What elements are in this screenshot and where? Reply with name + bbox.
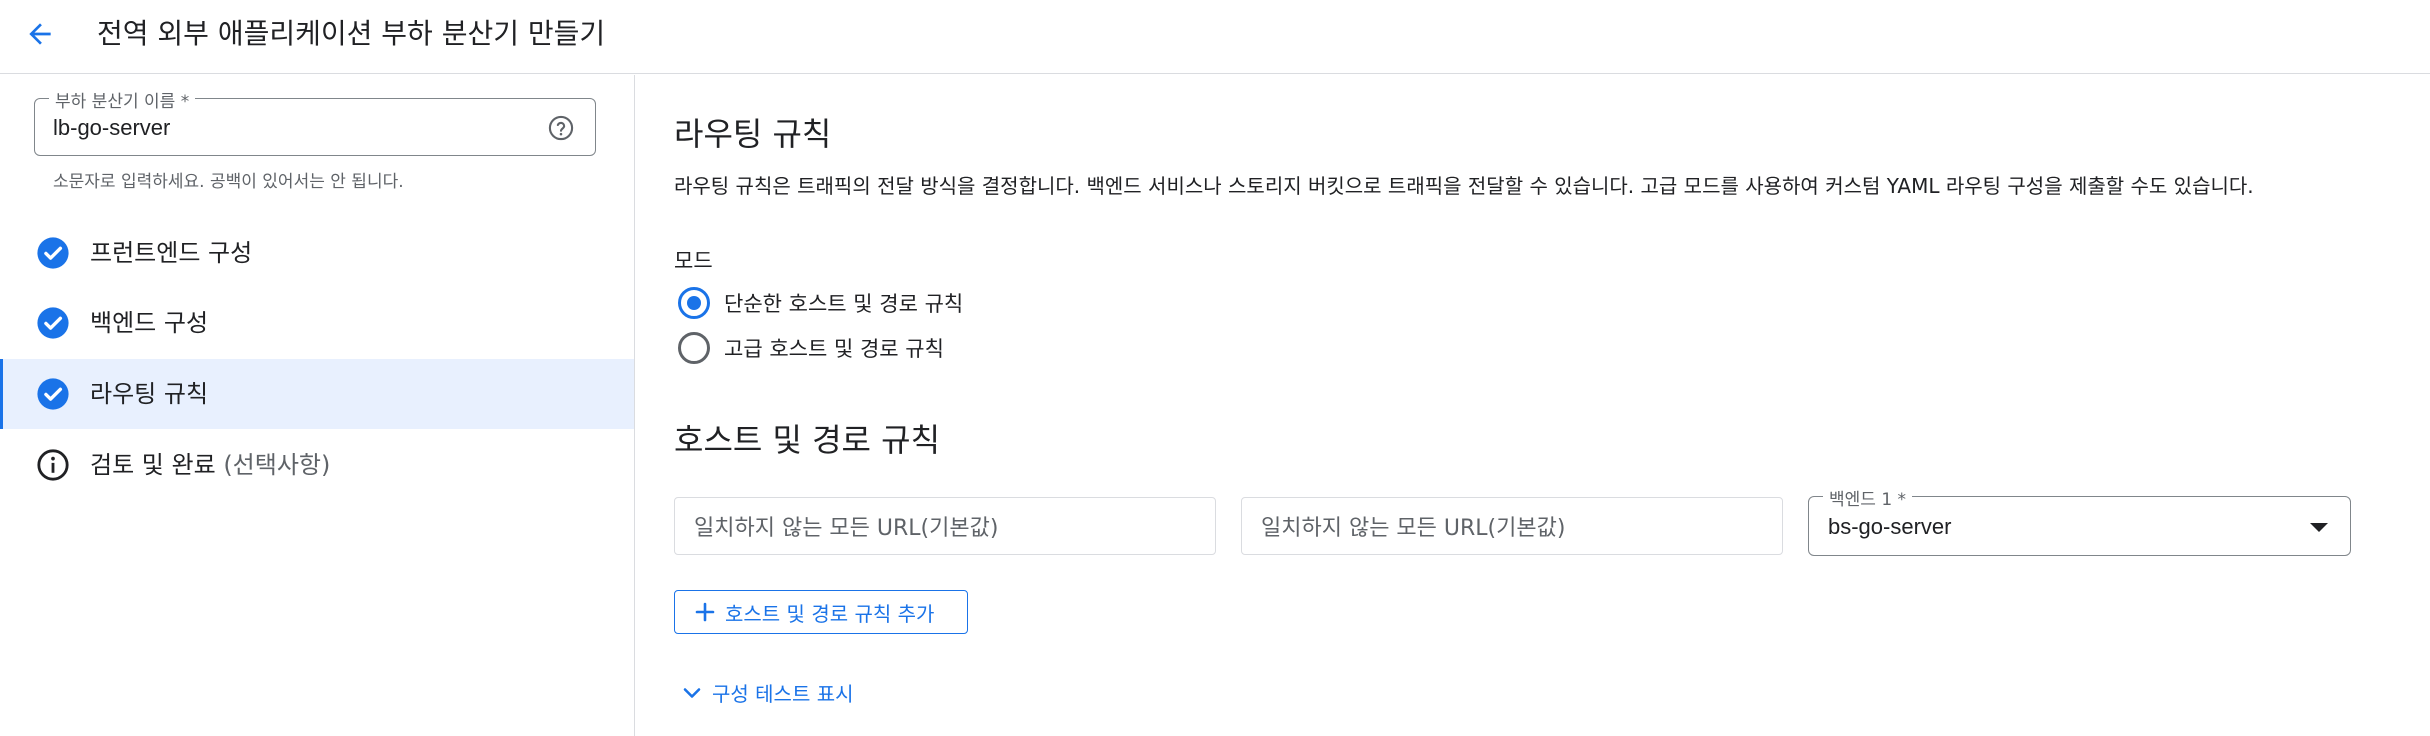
chevron-down-icon [683, 687, 701, 698]
radio-button-checked[interactable] [678, 287, 710, 319]
radio-advanced-rules[interactable]: 고급 호스트 및 경로 규칙 [678, 332, 944, 364]
load-balancer-name-field[interactable]: 부하 분산기 이름 * lb-go-server [34, 87, 596, 156]
radio-label: 고급 호스트 및 경로 규칙 [724, 337, 944, 361]
paths-input[interactable]: 일치하지 않는 모든 URL(기본값) [1241, 497, 1783, 555]
show-config-test-toggle[interactable]: 구성 테스트 표시 [680, 678, 854, 707]
step-label: 검토 및 완료 (선택사항) [90, 450, 330, 480]
dropdown-arrow-icon [2310, 523, 2328, 532]
help-circle-icon[interactable] [547, 114, 575, 142]
check-circle-icon [37, 237, 69, 269]
backend-select-value: bs-go-server [1828, 514, 1952, 539]
arrow-back-icon [29, 23, 51, 45]
sidebar: 부하 분산기 이름 * lb-go-server 소문자로 입력하세요. 공백이… [0, 75, 635, 736]
step-frontend-config[interactable]: 프런트엔드 구성 [0, 218, 634, 288]
step-routing-rules[interactable]: 라우팅 규칙 [0, 359, 634, 429]
step-review-finalize[interactable]: 검토 및 완료 (선택사항) [0, 430, 634, 500]
radio-label: 단순한 호스트 및 경로 규칙 [724, 292, 964, 316]
step-label: 백엔드 구성 [90, 309, 209, 337]
step-optional-tag: (선택사항) [223, 451, 331, 479]
radio-button-unchecked[interactable] [678, 332, 710, 364]
backend-select[interactable]: 백엔드 1 * bs-go-server [1808, 485, 2351, 556]
step-label: 라우팅 규칙 [90, 380, 209, 408]
add-button-label: 호스트 및 경로 규칙 추가 [725, 601, 935, 626]
info-circle-icon [37, 449, 69, 481]
section-title-host-path-rules: 호스트 및 경로 규칙 [674, 421, 941, 459]
check-circle-icon [37, 307, 69, 339]
step-label-text: 검토 및 완료 [90, 451, 216, 479]
name-field-hint: 소문자로 입력하세요. 공백이 있어서는 안 됩니다. [53, 172, 404, 192]
mode-label: 모드 [674, 249, 713, 273]
check-circle-icon [37, 378, 69, 410]
backend-select-label: 백엔드 1 * [1823, 485, 1913, 510]
main-content: 라우팅 규칙 라우팅 규칙은 트래픽의 전달 방식을 결정합니다. 백엔드 서비… [636, 75, 2430, 736]
add-host-path-rule-button[interactable]: 호스트 및 경로 규칙 추가 [674, 590, 968, 634]
routing-rules-description: 라우팅 규칙은 트래픽의 전달 방식을 결정합니다. 백엔드 서비스나 스토리지… [674, 174, 2254, 198]
name-field-value[interactable]: lb-go-server [53, 115, 170, 141]
step-backend-config[interactable]: 백엔드 구성 [0, 288, 634, 358]
radio-simple-rules[interactable]: 단순한 호스트 및 경로 규칙 [678, 287, 963, 319]
back-button[interactable] [20, 14, 60, 54]
section-title-routing-rules: 라우팅 규칙 [674, 115, 832, 153]
name-field-label: 부하 분산기 이름 * [49, 87, 196, 112]
top-bar: 전역 외부 애플리케이션 부하 분산기 만들기 [0, 0, 2430, 74]
page-title: 전역 외부 애플리케이션 부하 분산기 만들기 [97, 17, 606, 50]
step-label: 프런트엔드 구성 [90, 239, 253, 267]
plus-icon [695, 602, 715, 622]
hosts-input[interactable]: 일치하지 않는 모든 URL(기본값) [674, 497, 1216, 555]
toggle-label: 구성 테스트 표시 [712, 682, 854, 706]
